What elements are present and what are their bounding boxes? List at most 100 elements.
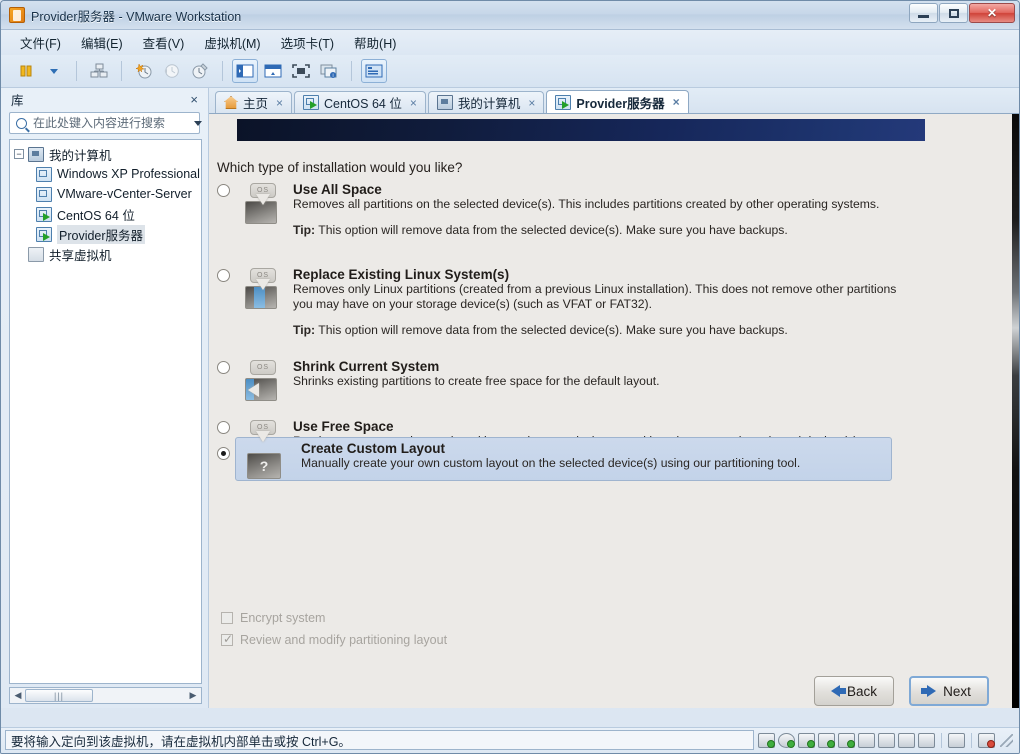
tab-close-icon[interactable]: × <box>673 95 680 109</box>
menu-file[interactable]: 文件(F) <box>11 30 70 55</box>
toolbar-separator <box>351 61 352 81</box>
option-use-all-space[interactable]: OS Use All Space Removes all partitions … <box>217 182 907 237</box>
snapshot-manager-icon[interactable] <box>187 59 213 83</box>
tree-item-label: Provider服务器 <box>57 224 146 244</box>
chevron-down-icon[interactable] <box>194 120 202 126</box>
tree-item-shared-vms[interactable]: 共享虚拟机 <box>10 244 201 264</box>
search-box[interactable] <box>9 112 202 134</box>
display-icon[interactable] <box>918 733 935 748</box>
radio-create-custom-layout[interactable] <box>217 447 230 460</box>
tab-home[interactable]: 主页 × <box>215 91 293 113</box>
scrollbar-thumb[interactable]: ||| <box>25 689 93 702</box>
disk-replace-linux-icon: OS <box>239 267 283 311</box>
tree-item-my-computer[interactable]: − 我的计算机 <box>10 144 201 164</box>
printer-icon[interactable] <box>818 733 835 748</box>
tree-item-provider[interactable]: Provider服务器 <box>10 224 201 244</box>
network-adapter-icon[interactable] <box>798 733 815 748</box>
option-shrink-current[interactable]: OS Shrink Current System Shrinks existin… <box>217 359 907 403</box>
installer-question: Which type of installation would you lik… <box>217 160 463 175</box>
show-library-icon[interactable] <box>232 59 258 83</box>
question-mark-icon: ? <box>247 453 281 479</box>
tab-close-icon[interactable]: × <box>276 96 283 110</box>
menu-help[interactable]: 帮助(H) <box>345 30 405 55</box>
usb-icon[interactable] <box>838 733 855 748</box>
scroll-left-icon[interactable]: ◀ <box>11 690 25 701</box>
menu-bar: 文件(F) 编辑(E) 查看(V) 虚拟机(M) 选项卡(T) 帮助(H) <box>1 30 1019 55</box>
revert-snapshot-icon[interactable] <box>159 59 185 83</box>
menu-vm[interactable]: 虚拟机(M) <box>195 30 269 55</box>
library-tree[interactable]: − 我的计算机 Windows XP Professional VMware-v… <box>9 139 202 684</box>
full-screen-icon[interactable] <box>288 59 314 83</box>
scroll-right-icon[interactable]: ▶ <box>186 690 200 701</box>
tree-item-vcenter[interactable]: VMware-vCenter-Server <box>10 184 201 204</box>
power-button-icon[interactable] <box>13 59 39 83</box>
tab-provider[interactable]: Provider服务器 × <box>546 90 689 113</box>
library-sidebar: 库 × − 我的计算机 Windows XP Professional <box>1 88 209 708</box>
dropdown-caret-icon[interactable] <box>41 59 67 83</box>
back-button[interactable]: Back <box>814 676 894 706</box>
close-icon: ✕ <box>986 6 998 20</box>
search-input[interactable] <box>31 115 190 131</box>
sidebar-horizontal-scrollbar[interactable]: ◀ ||| ▶ <box>9 687 202 704</box>
radio-use-all-space[interactable] <box>217 184 230 197</box>
next-button-label: Next <box>943 683 971 699</box>
tab-close-icon[interactable]: × <box>528 96 535 110</box>
radio-replace-linux[interactable] <box>217 269 230 282</box>
option-title: Use All Space <box>293 182 382 197</box>
home-icon <box>224 96 238 109</box>
unity-mode-icon[interactable]: i <box>316 59 342 83</box>
resize-grip-icon[interactable] <box>1000 734 1013 747</box>
menu-edit[interactable]: 编辑(E) <box>72 30 132 55</box>
library-header: 库 × <box>1 88 208 110</box>
status-message: 要将输入定向到该虚拟机，请在虚拟机内部单击或按 Ctrl+G。 <box>5 730 754 750</box>
option-title: Use Free Space <box>293 419 394 434</box>
menu-tabs[interactable]: 选项卡(T) <box>272 30 343 55</box>
minimize-button[interactable] <box>909 3 938 23</box>
encrypt-system-row[interactable]: Encrypt system <box>221 611 325 625</box>
radio-use-free-space[interactable] <box>217 421 230 434</box>
review-layout-row[interactable]: Review and modify partitioning layout <box>221 632 447 647</box>
manage-snapshots-icon[interactable] <box>86 59 112 83</box>
cd-dvd-icon[interactable] <box>778 733 795 748</box>
vm-disconnect-icon[interactable] <box>978 733 995 748</box>
window-controls: ✕ <box>909 3 1015 23</box>
menu-view[interactable]: 查看(V) <box>134 30 194 55</box>
tab-close-icon[interactable]: × <box>410 96 417 110</box>
vm-running-icon <box>303 95 320 110</box>
show-thumbnail-bar-icon[interactable] <box>260 59 286 83</box>
option-create-custom-layout[interactable]: ? Create Custom Layout Manually create y… <box>217 441 907 485</box>
floppy-icon[interactable] <box>898 733 915 748</box>
review-layout-checkbox[interactable] <box>221 632 234 646</box>
toolbar-separator <box>121 61 122 81</box>
sound-card-icon[interactable] <box>858 733 875 748</box>
radio-shrink-current[interactable] <box>217 361 230 374</box>
tree-item-centos[interactable]: CentOS 64 位 <box>10 204 201 224</box>
message-log-icon[interactable] <box>948 733 965 748</box>
tab-my-computer[interactable]: 我的计算机 × <box>427 91 545 113</box>
option-replace-linux[interactable]: OS Replace Existing Linux System(s) Remo… <box>217 267 907 337</box>
vm-pane: 主页 × CentOS 64 位 × 我的计算机 × Provider服务器 × <box>209 88 1019 708</box>
take-snapshot-icon[interactable] <box>131 59 157 83</box>
tab-centos[interactable]: CentOS 64 位 × <box>294 91 426 113</box>
tip-text: This option will remove data from the se… <box>315 223 788 237</box>
tab-label: CentOS 64 位 <box>324 97 402 111</box>
tab-label: Provider服务器 <box>576 96 665 111</box>
camera-icon[interactable] <box>878 733 895 748</box>
console-view-icon[interactable] <box>361 59 387 83</box>
installer-banner <box>237 119 925 141</box>
hard-disk-icon[interactable] <box>758 733 775 748</box>
close-button[interactable]: ✕ <box>969 3 1015 23</box>
arrow-right-icon <box>921 685 937 697</box>
next-button[interactable]: Next <box>909 676 989 706</box>
tip-label: Tip: <box>293 323 316 337</box>
tree-item-windows-xp[interactable]: Windows XP Professional <box>10 164 201 184</box>
tab-label: 我的计算机 <box>457 97 521 111</box>
status-bar: 要将输入定向到该虚拟机，请在虚拟机内部单击或按 Ctrl+G。 <box>1 727 1019 753</box>
toolbar-separator <box>76 61 77 81</box>
encrypt-system-checkbox[interactable] <box>221 612 233 624</box>
collapse-icon[interactable]: − <box>14 149 24 159</box>
close-icon[interactable]: × <box>186 92 202 107</box>
vm-console-screen[interactable]: Which type of installation would you lik… <box>209 114 1019 708</box>
maximize-button[interactable] <box>939 3 968 23</box>
vmware-icon <box>9 7 25 23</box>
